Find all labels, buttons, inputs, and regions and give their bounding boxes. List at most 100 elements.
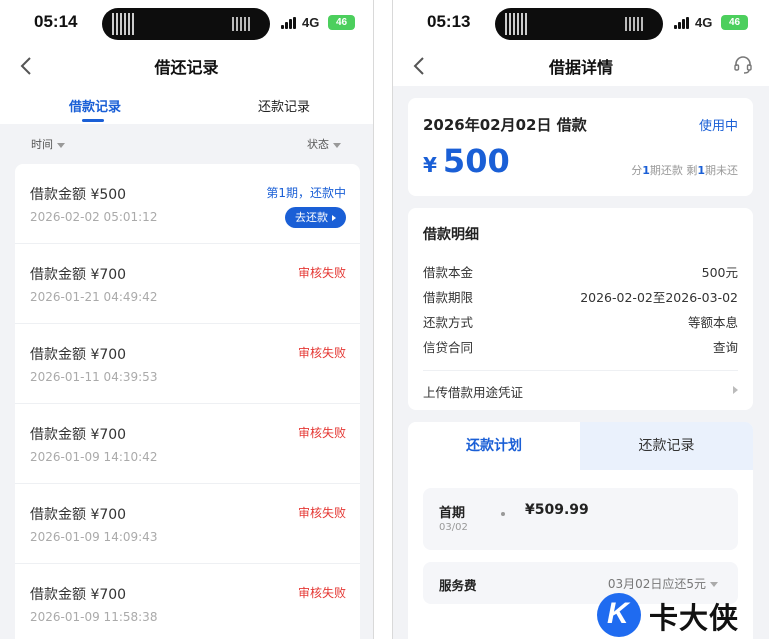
watermark: K 卡大侠 (597, 592, 769, 639)
loan-date: 2026-01-09 11:58:38 (30, 610, 158, 624)
battery-icon: 46 (721, 15, 748, 30)
loan-status: 审核失败 (297, 586, 346, 600)
loan-detail-card: 借款明细 借款本金 500元 借款期限 2026-02-02至2026-03-0… (408, 208, 753, 410)
detail-label: 借款期限 (423, 290, 474, 305)
divider (423, 370, 738, 371)
dynamic-island (102, 8, 270, 40)
time-filter-label: 时间 (31, 138, 53, 151)
detail-value: 2026-02-02至2026-03-02 (580, 290, 738, 305)
nav-bar: 借还记录 (0, 46, 373, 86)
loan-date: 2026-01-09 14:09:43 (30, 530, 158, 544)
tab-loan-records[interactable]: 借款记录 (69, 96, 121, 115)
loan-date: 2026-01-11 04:39:53 (30, 370, 158, 384)
loan-state-badge: 使用中 (698, 119, 738, 134)
filter-bar: 时间 状态 (0, 124, 373, 160)
detail-label: 信贷合同 (423, 340, 474, 355)
upload-proof-link[interactable]: 上传借款用途凭证 (423, 382, 523, 401)
dynamic-island (495, 8, 663, 40)
detail-label: 借款本金 (423, 265, 474, 280)
status-bar: 05:14 4G 46 (0, 0, 373, 46)
network-type: 4G (302, 15, 320, 30)
service-fee-value: 03月02日应还5元 (607, 577, 706, 591)
status-filter[interactable]: 状态 (307, 136, 341, 152)
tab-repayment-records[interactable]: 还款记录 (258, 96, 310, 115)
battery-icon: 46 (328, 15, 355, 30)
installment-progress: 分1期还款 剩1期未还 (631, 162, 738, 178)
plan-text: 期未还 (705, 164, 738, 177)
status-bar: 05:13 4G 46 (393, 0, 769, 46)
loan-amount: 借款金额 ¥700 (30, 427, 127, 443)
page-title: 借还记录 (154, 58, 219, 77)
record-tabs: 借款记录 还款记录 (0, 86, 373, 124)
service-fee-due: 03月02日应还5元 (608, 575, 718, 592)
caret-down-icon (57, 142, 65, 148)
active-tab-indicator (82, 119, 104, 122)
loan-status: 审核失败 (297, 346, 346, 360)
status-filter-label: 状态 (307, 138, 329, 151)
loan-item[interactable]: 借款金额 ¥700 2026-01-11 04:39:53 审核失败 (15, 324, 360, 404)
status-time: 05:13 (427, 12, 471, 31)
loan-item[interactable]: 借款金额 ¥700 2026-01-09 14:10:42 审核失败 (15, 404, 360, 484)
loan-amount: 借款金额 ¥500 (30, 187, 127, 203)
repay-button-label: 去还款 (295, 211, 328, 224)
currency-symbol: ¥ (423, 153, 437, 177)
qr-activity-icon (112, 13, 134, 35)
loan-status: 审核失败 (297, 426, 346, 440)
tab-repayment-records[interactable]: 还款记录 (580, 422, 753, 470)
detail-value: 500元 (701, 265, 738, 280)
loan-status: 审核失败 (297, 266, 346, 280)
detail-row-principal: 借款本金 500元 (423, 262, 738, 282)
status-time: 05:14 (34, 12, 78, 31)
loan-amount: 借款金额 ¥700 (30, 587, 127, 603)
page-title: 借据详情 (548, 58, 613, 77)
loan-date: 2026-01-09 14:10:42 (30, 450, 158, 464)
customer-service-headset-icon[interactable] (733, 55, 753, 75)
detail-label: 还款方式 (423, 315, 474, 330)
timeline-dot-icon (501, 512, 505, 516)
loan-item[interactable]: 借款金额 ¥700 2026-01-21 04:49:42 审核失败 (15, 244, 360, 324)
signal-icon (674, 17, 690, 29)
installment-period: 首期 (439, 506, 466, 521)
play-arrow-icon (332, 215, 336, 221)
loan-list: 借款金额 ¥500 2026-02-02 05:01:12 第1期，还款中 去还… (15, 164, 360, 639)
left-phone-screen: 05:14 4G 46 借还记录 借款记录 还款记录 时间 状态 借款金额 ¥5… (0, 0, 374, 639)
detail-title: 借款明细 (423, 227, 479, 243)
tab-repayment-plan[interactable]: 还款计划 (408, 422, 580, 470)
installment-date: 03/02 (439, 522, 468, 533)
installment-amount: ¥509.99 (525, 502, 589, 518)
audio-wave-icon (625, 17, 643, 31)
loan-summary-card: 2026年02月02日 借款 使用中 ¥500 分1期还款 剩1期未还 (408, 98, 753, 196)
signal-icon (281, 17, 297, 29)
loan-amount-value: 500 (442, 142, 510, 180)
nav-bar: 借据详情 (393, 46, 769, 86)
watermark-logo-letter: K (607, 597, 629, 630)
plan-text: 期还款 剩 (649, 164, 698, 177)
time-filter[interactable]: 时间 (31, 136, 65, 152)
audio-wave-icon (232, 17, 250, 31)
repay-button[interactable]: 去还款 (285, 207, 346, 228)
loan-amount: 借款金额 ¥700 (30, 347, 127, 363)
loan-date: 2026-01-21 04:49:42 (30, 290, 158, 304)
loan-item[interactable]: 借款金额 ¥700 2026-01-09 14:09:43 审核失败 (15, 484, 360, 564)
qr-activity-icon (505, 13, 527, 35)
chevron-right-icon (733, 386, 738, 394)
detail-row-term: 借款期限 2026-02-02至2026-03-02 (423, 287, 738, 307)
loan-status: 第1期，还款中 (266, 186, 346, 200)
plan-text: 分 (631, 164, 643, 177)
detail-value: 等额本息 (687, 315, 738, 330)
loan-item[interactable]: 借款金额 ¥700 2026-01-09 11:58:38 审核失败 (15, 564, 360, 639)
installment-row[interactable]: 首期 03/02 ¥509.99 (423, 488, 738, 550)
detail-row-contract[interactable]: 信贷合同 查询 (423, 337, 738, 357)
contract-query-link[interactable]: 查询 (713, 337, 738, 356)
loan-amount: ¥500 (423, 142, 510, 180)
plan-remaining-count: 1 (697, 164, 705, 177)
watermark-logo-icon: K (597, 593, 641, 637)
detail-row-method: 还款方式 等额本息 (423, 312, 738, 332)
watermark-text: 卡大侠 (649, 601, 740, 635)
service-fee-label: 服务费 (439, 578, 477, 593)
screen-divider (375, 0, 392, 639)
plan-total-count: 1 (642, 164, 650, 177)
loan-item[interactable]: 借款金额 ¥500 2026-02-02 05:01:12 第1期，还款中 去还… (15, 164, 360, 244)
caret-down-icon (333, 142, 341, 148)
loan-amount: 借款金额 ¥700 (30, 507, 127, 523)
